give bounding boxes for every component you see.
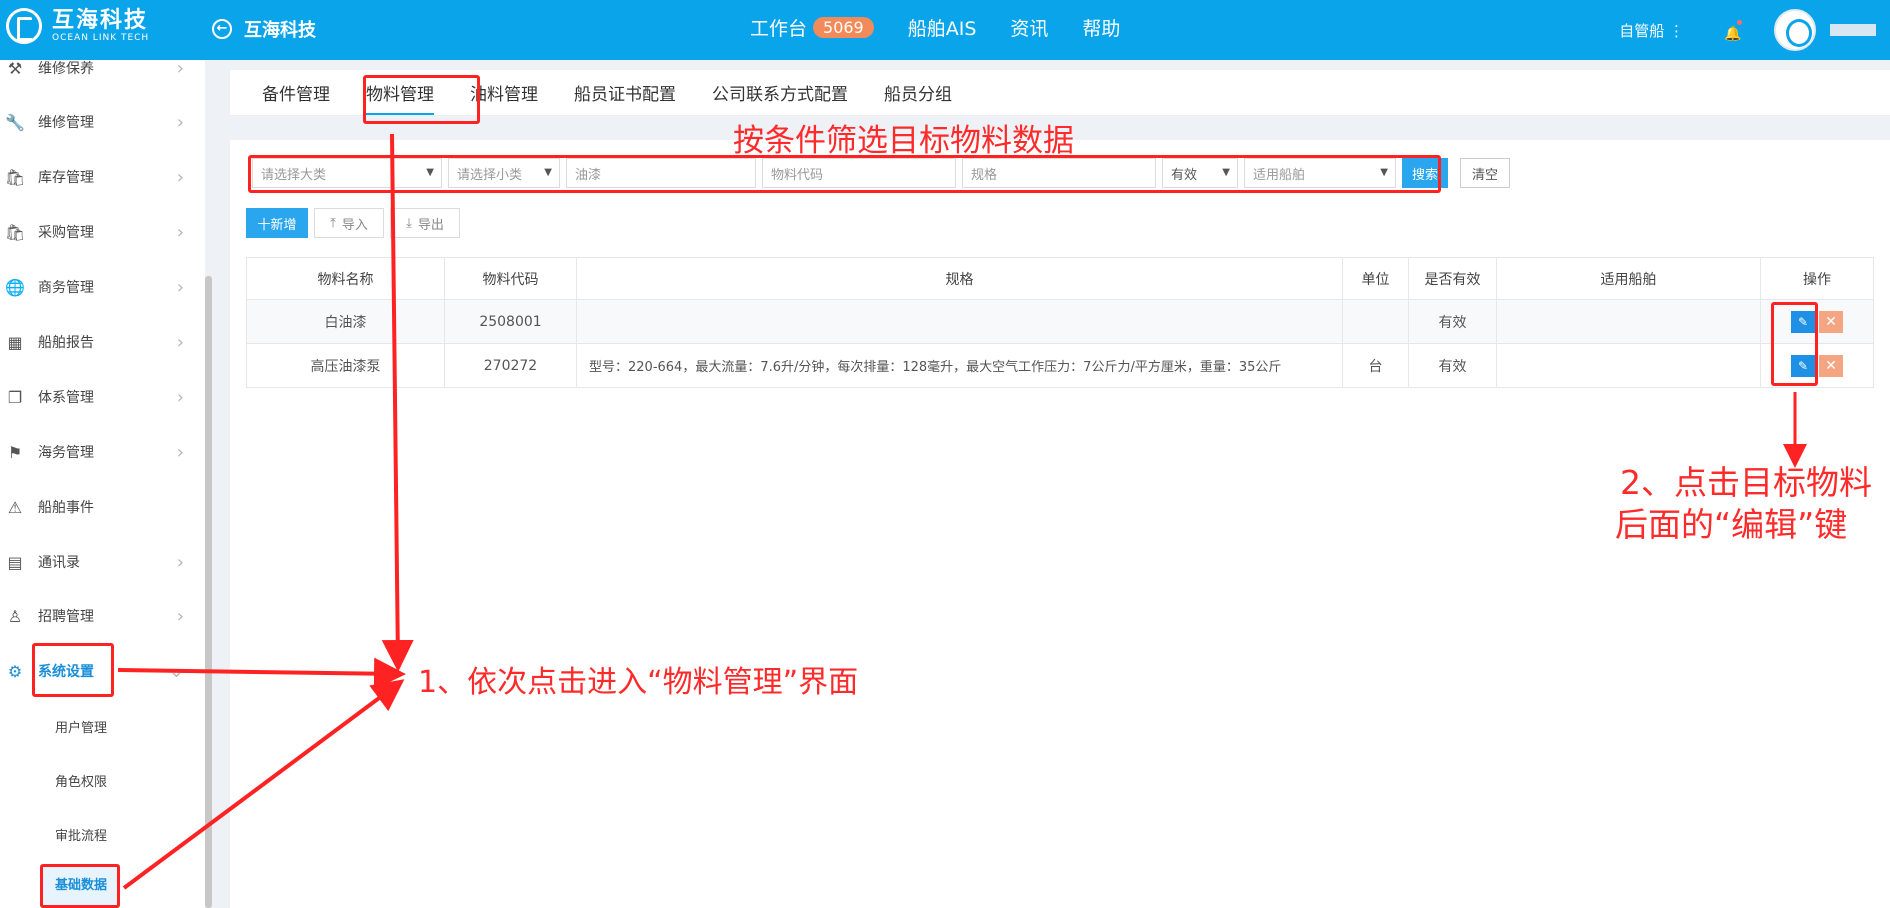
annotation-arrows bbox=[117, 133, 1807, 890]
arrow-from-tab bbox=[381, 133, 414, 672]
arrow-from-basic-data bbox=[122, 679, 405, 890]
arrow-from-settings bbox=[117, 657, 406, 690]
